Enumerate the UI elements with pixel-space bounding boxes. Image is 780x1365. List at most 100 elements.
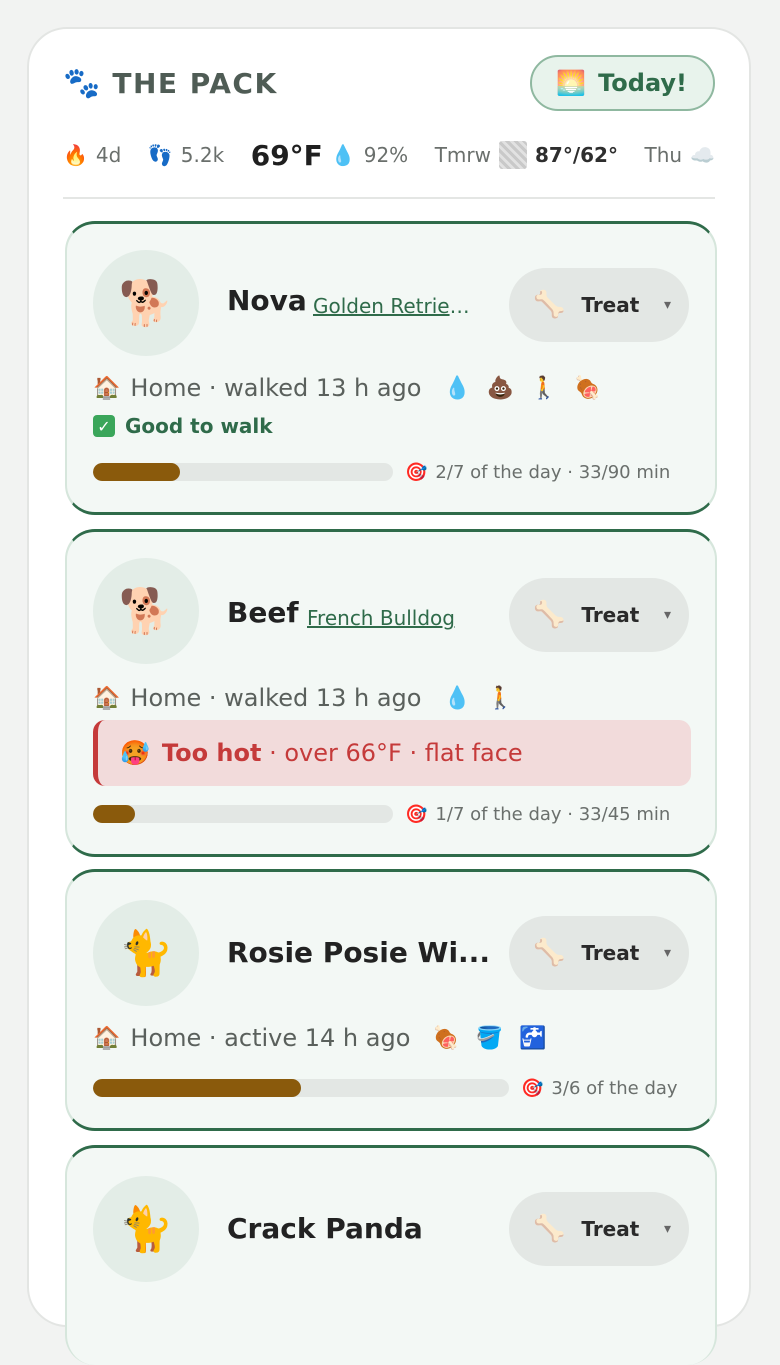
progress-text: 🎯 3/6 of the day [521, 1078, 678, 1099]
walking-icon: 🚶 [486, 685, 515, 711]
treat-label: Treat [581, 293, 640, 317]
dog-avatar-icon: 🐕 [93, 558, 199, 664]
warning-title: Too hot [161, 739, 262, 767]
water-icon: 💧 [443, 375, 471, 401]
weather-now: 69°F 💧 92% [251, 139, 408, 172]
bone-icon: 🦴 [533, 1214, 566, 1244]
pet-name: Crack Panda [227, 1212, 423, 1245]
status-line: 🏠 Home · walked 13 h ago 💧 🚶 [93, 684, 514, 712]
heat-warning: 🥵 Too hot · over 66°F · flat face [93, 720, 691, 786]
thursday-forecast: Thu ☁️ [645, 143, 715, 167]
streak-stat: 🔥 4d [63, 143, 121, 167]
activity-icons: 💧 💩 🚶 🍖 [443, 376, 601, 401]
good-to-walk-note: ✓ Good to walk [93, 414, 273, 438]
bone-icon: 🦴 [533, 938, 566, 968]
target-icon: 🎯 [521, 1077, 544, 1099]
progress-bar [93, 805, 393, 823]
cat-avatar-icon: 🐈 [93, 900, 199, 1006]
pet-card-nova[interactable]: 🐕 Nova Golden Retriever 🦴 Treat ▾ 🏠 Home… [65, 221, 717, 515]
pet-name: Rosie Posie Wi... [227, 936, 490, 969]
treat-dropdown[interactable]: 🦴 Treat ▾ [509, 268, 689, 342]
bone-icon: 🦴 [533, 600, 566, 630]
breed-link[interactable]: Golden Retriever [313, 294, 473, 318]
treat-dropdown[interactable]: 🦴 Treat ▾ [509, 916, 689, 990]
progress-row: 🎯 3/6 of the day [93, 1076, 689, 1100]
chevron-down-icon: ▾ [663, 945, 671, 961]
humidity-value: 92% [363, 143, 409, 167]
breed-link[interactable]: French Bulldog [307, 606, 477, 630]
treat-label: Treat [581, 1217, 640, 1241]
page-title: THE PACK [112, 67, 278, 100]
warning-detail: · over 66°F · flat face [261, 739, 523, 767]
pet-name: Beef [227, 596, 299, 629]
today-button[interactable]: 🌅 Today! [530, 55, 715, 111]
dog-avatar-icon: 🐕 [93, 250, 199, 356]
progress-row: 🎯 2/7 of the day · 33/90 min [93, 460, 689, 484]
water-icon: 💧 [443, 685, 471, 711]
house-icon: 🏠 [93, 1025, 121, 1051]
thursday-label: Thu [644, 143, 683, 167]
meat-icon: 🍖 [432, 1025, 460, 1051]
cat-avatar-icon: 🐈 [93, 1176, 199, 1282]
sunrise-icon: 🌅 [556, 69, 587, 97]
progress-bar [93, 1079, 509, 1097]
streak-value: 4d [95, 143, 122, 167]
treat-label: Treat [581, 603, 640, 627]
treat-label: Treat [581, 941, 640, 965]
steps-value: 5.2k [180, 143, 225, 167]
note-text: Good to walk [125, 414, 273, 438]
progress-fill [93, 805, 135, 823]
stats-bar: 🔥 4d 👣 5.2k 69°F 💧 92% Tmrw 87°/62° Thu … [63, 133, 715, 177]
status-text: Home · walked 13 h ago [130, 684, 422, 712]
status-text: Home · active 14 h ago [130, 1024, 411, 1052]
fire-icon: 🔥 [63, 143, 88, 167]
hot-face-icon: 🥵 [120, 739, 150, 767]
footprints-icon: 👣 [147, 143, 173, 167]
progress-text: 🎯 2/7 of the day · 33/90 min [405, 462, 670, 483]
divider [63, 197, 715, 199]
progress-fill [93, 463, 180, 481]
brand: 🐾 THE PACK [63, 67, 278, 100]
treat-dropdown[interactable]: 🦴 Treat ▾ [509, 578, 689, 652]
paw-prints-icon: 🐾 [63, 65, 101, 101]
chevron-down-icon: ▾ [663, 607, 671, 623]
progress-bar [93, 463, 393, 481]
pet-card-beef[interactable]: 🐕 Beef French Bulldog 🦴 Treat ▾ 🏠 Home ·… [65, 529, 717, 857]
house-icon: 🏠 [93, 375, 121, 401]
activity-icons: 🍖 🪣 🚰 [432, 1026, 546, 1051]
current-temperature: 69°F [250, 138, 323, 172]
steps-stat: 👣 5.2k [148, 143, 224, 167]
check-icon: ✓ [93, 415, 115, 437]
house-icon: 🏠 [93, 685, 121, 711]
tomorrow-label: Tmrw [434, 143, 491, 167]
haze-icon [499, 141, 527, 169]
droplet-icon: 💧 [330, 143, 356, 167]
water-tap-icon: 🚰 [519, 1025, 547, 1051]
status-line: 🏠 Home · walked 13 h ago 💧 💩 🚶 🍖 [93, 374, 601, 402]
status-text: Home · walked 13 h ago [130, 374, 422, 402]
tomorrow-range: 87°/62° [535, 143, 618, 167]
treat-dropdown[interactable]: 🦴 Treat ▾ [509, 1192, 689, 1266]
progress-label: 3/6 of the day [551, 1077, 678, 1099]
target-icon: 🎯 [405, 461, 428, 483]
pack-panel: 🐾 THE PACK 🌅 Today! 🔥 4d 👣 5.2k 69°F 💧 9… [27, 27, 751, 1365]
pet-card-rosie[interactable]: 🐈 Rosie Posie Wi... 🦴 Treat ▾ 🏠 Home · a… [65, 869, 717, 1131]
cloud-icon: ☁️ [690, 143, 715, 167]
status-line: 🏠 Home · active 14 h ago 🍖 🪣 🚰 [93, 1024, 547, 1052]
progress-label: 2/7 of the day · 33/90 min [435, 461, 671, 483]
pet-card-crack-panda[interactable]: 🐈 Crack Panda 🦴 Treat ▾ [65, 1145, 717, 1365]
today-button-label: Today! [598, 69, 687, 97]
walking-icon: 🚶 [530, 375, 558, 401]
tomorrow-forecast: Tmrw 87°/62° [435, 141, 618, 169]
activity-icons: 💧 🚶 [443, 686, 514, 711]
progress-label: 1/7 of the day · 33/45 min [435, 803, 671, 825]
target-icon: 🎯 [405, 803, 428, 825]
meat-icon: 🍖 [573, 375, 602, 401]
poop-icon: 💩 [486, 375, 515, 401]
bone-icon: 🦴 [533, 290, 566, 320]
chevron-down-icon: ▾ [663, 1221, 671, 1237]
progress-text: 🎯 1/7 of the day · 33/45 min [405, 804, 670, 825]
progress-row: 🎯 1/7 of the day · 33/45 min [93, 802, 689, 826]
bucket-icon: 🪣 [475, 1025, 504, 1051]
warning-text: Too hot · over 66°F · flat face [162, 739, 523, 767]
